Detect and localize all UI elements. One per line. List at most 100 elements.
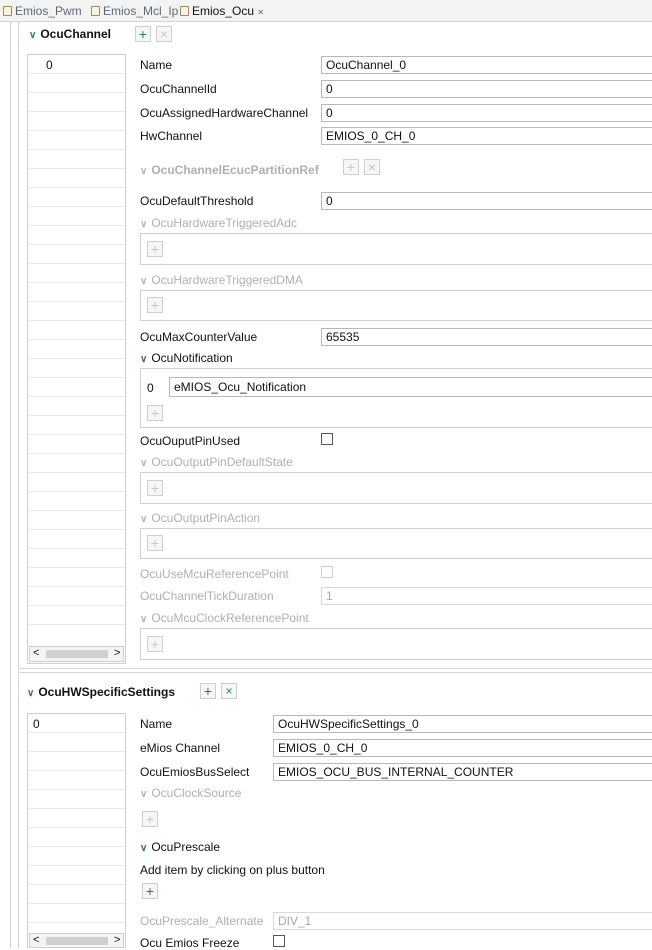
add-notification-button[interactable]: + xyxy=(147,405,163,421)
mcu-clock-ref-point-box: + xyxy=(140,628,652,660)
output-pin-used-label: OcuOuputPinUsed xyxy=(140,434,241,448)
hw-settings-list[interactable]: 0 xyxy=(27,713,126,948)
chevron-down-icon: ∨ xyxy=(140,276,148,287)
use-mcu-ref-point-checkbox[interactable] xyxy=(321,566,333,578)
add-pin-action-button[interactable]: + xyxy=(147,535,163,551)
bus-select-field[interactable]: EMIOS_OCU_BUS_INTERNAL_COUNTER xyxy=(273,763,652,781)
emios-channel-field[interactable]: EMIOS_0_CH_0 xyxy=(273,739,652,757)
add-ecuc-ref-button[interactable]: + xyxy=(343,159,359,175)
scroll-right-icon[interactable]: > xyxy=(114,934,120,946)
tick-duration-field[interactable]: 1 xyxy=(321,587,652,605)
list-row-empty xyxy=(28,302,125,321)
clock-source-header[interactable]: ∨ OcuClockSource xyxy=(140,786,241,800)
list-row-empty xyxy=(28,321,125,340)
scroll-right-icon[interactable]: > xyxy=(114,647,120,659)
prescale-header[interactable]: ∨ OcuPrescale xyxy=(140,840,220,854)
list-row-empty xyxy=(28,283,125,302)
hw-settings-list-scrollbar[interactable]: < > xyxy=(29,933,124,948)
scroll-left-icon[interactable]: < xyxy=(33,934,39,946)
output-pin-used-checkbox[interactable] xyxy=(321,433,333,445)
hw-specific-settings-header[interactable]: ∨ OcuHWSpecificSettings xyxy=(27,685,175,699)
list-row-empty xyxy=(28,188,125,207)
mcu-clock-ref-point-header[interactable]: ∨ OcuMcuClockReferencePoint xyxy=(140,611,309,625)
prescale-alternate-field[interactable]: DIV_1 xyxy=(273,912,652,930)
bus-select-label: OcuEmiosBusSelect xyxy=(140,765,250,779)
file-icon xyxy=(91,6,100,16)
list-row-empty xyxy=(28,809,125,828)
add-channel-button[interactable]: + xyxy=(135,26,151,42)
hw-triggered-adc-header[interactable]: ∨ OcuHardwareTriggeredAdc xyxy=(140,216,297,230)
chevron-down-icon: ∨ xyxy=(140,789,148,800)
scrollbar-thumb[interactable] xyxy=(46,937,108,945)
add-clock-source-button[interactable]: + xyxy=(142,811,158,827)
add-default-state-button[interactable]: + xyxy=(147,480,163,496)
list-row-empty xyxy=(28,245,125,264)
frame-left-border xyxy=(10,22,11,948)
list-row-empty xyxy=(28,904,125,923)
channel-list-scrollbar[interactable]: < > xyxy=(29,646,124,662)
ecuc-partition-ref-header[interactable]: ∨ OcuChannelEcucPartitionRef xyxy=(140,163,319,177)
list-row-empty xyxy=(28,492,125,511)
output-pin-default-state-header[interactable]: ∨ OcuOutputPinDefaultState xyxy=(140,455,293,469)
notification-header[interactable]: ∨ OcuNotification xyxy=(140,351,233,365)
hw-channel-field[interactable]: EMIOS_0_CH_0 xyxy=(321,127,652,145)
list-row-empty xyxy=(28,733,125,752)
add-hw-settings-button[interactable]: + xyxy=(200,683,216,699)
scrollbar-thumb[interactable] xyxy=(46,650,108,658)
list-row-empty xyxy=(28,226,125,245)
emios-channel-label: eMios Channel xyxy=(140,741,221,755)
list-row-empty xyxy=(28,416,125,435)
hw-triggered-dma-header[interactable]: ∨ OcuHardwareTriggeredDMA xyxy=(140,273,303,287)
scroll-left-icon[interactable]: < xyxy=(33,647,39,659)
ocuchannel-header[interactable]: ∨ OcuChannel xyxy=(29,27,111,41)
tab-emios-ocu[interactable]: Emios_Ocu ✕ xyxy=(180,4,264,18)
default-threshold-field[interactable]: 0 xyxy=(321,192,652,210)
chevron-down-icon: ∨ xyxy=(140,843,148,854)
add-clock-ref-button[interactable]: + xyxy=(147,636,163,652)
file-icon xyxy=(180,6,189,16)
name-label: Name xyxy=(140,58,173,72)
editor-tab-bar: Emios_Pwm Emios_Mcl_Ip Emios_Ocu ✕ xyxy=(0,0,652,22)
chevron-down-icon: ∨ xyxy=(140,166,148,177)
name-field[interactable]: OcuChannel_0 xyxy=(321,56,652,74)
channel-list[interactable]: 0 xyxy=(27,54,126,664)
list-row-empty xyxy=(28,606,125,625)
list-item[interactable]: 0 xyxy=(28,55,125,74)
channel-id-field[interactable]: 0 xyxy=(321,80,652,98)
add-dma-button[interactable]: + xyxy=(147,297,163,313)
emios-freeze-checkbox[interactable] xyxy=(273,935,285,947)
list-row-empty xyxy=(28,454,125,473)
notification-box: 0 eMIOS_Ocu_Notification + xyxy=(140,368,652,428)
hw-name-field[interactable]: OcuHWSpecificSettings_0 xyxy=(273,715,652,733)
close-icon[interactable]: ✕ xyxy=(257,8,264,17)
list-row-empty xyxy=(28,828,125,847)
list-row-empty xyxy=(28,530,125,549)
chevron-down-icon: ∨ xyxy=(27,688,35,699)
output-pin-action-box: + xyxy=(140,528,652,559)
list-item[interactable]: 0 xyxy=(28,714,125,733)
remove-ecuc-ref-button[interactable]: × xyxy=(364,159,380,175)
notification-field[interactable]: eMIOS_Ocu_Notification xyxy=(169,377,652,397)
hw-triggered-dma-box: + xyxy=(140,290,652,321)
list-row-empty xyxy=(28,207,125,226)
section-divider xyxy=(18,668,652,669)
assigned-hw-channel-field[interactable]: 0 xyxy=(321,104,652,122)
output-pin-default-state-box: + xyxy=(140,472,652,504)
file-icon xyxy=(3,6,12,16)
list-row-empty xyxy=(28,771,125,790)
list-row-empty xyxy=(28,169,125,188)
list-row-empty xyxy=(28,74,125,93)
tab-emios-pwm[interactable]: Emios_Pwm xyxy=(3,4,82,18)
chevron-down-icon: ∨ xyxy=(140,354,148,365)
max-counter-field[interactable]: 65535 xyxy=(321,328,652,346)
add-prescale-button[interactable]: + xyxy=(142,883,158,899)
remove-channel-button[interactable]: × xyxy=(156,26,172,42)
output-pin-action-header[interactable]: ∨ OcuOutputPinAction xyxy=(140,511,260,525)
assigned-hw-channel-label: OcuAssignedHardwareChannel xyxy=(140,106,309,120)
remove-hw-settings-button[interactable]: × xyxy=(221,683,237,699)
tab-emios-mcl-ip[interactable]: Emios_Mcl_Ip xyxy=(91,4,178,18)
add-adc-button[interactable]: + xyxy=(147,241,163,257)
list-row-empty xyxy=(28,397,125,416)
chevron-down-icon: ∨ xyxy=(140,219,148,230)
list-row-empty xyxy=(28,752,125,771)
